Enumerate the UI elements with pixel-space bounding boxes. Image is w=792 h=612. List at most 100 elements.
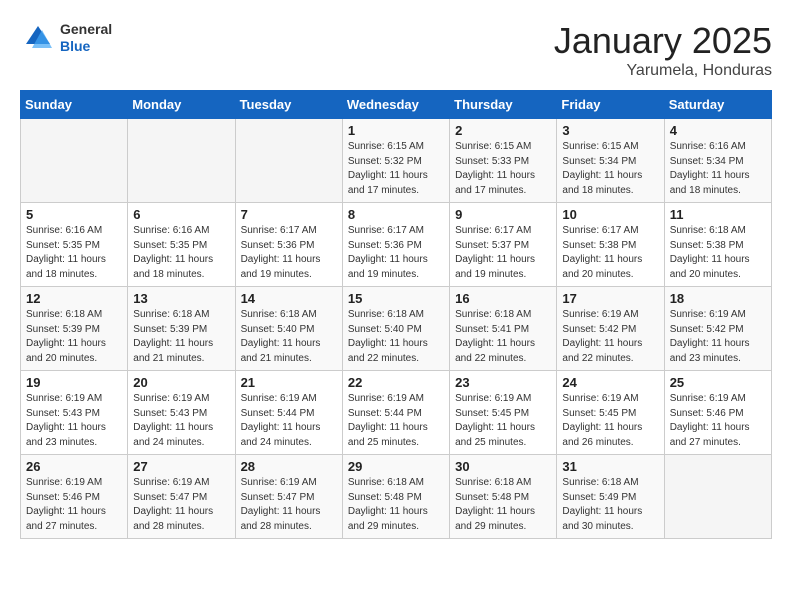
calendar-cell <box>21 119 128 203</box>
day-number: 1 <box>348 123 444 138</box>
day-number: 11 <box>670 207 766 222</box>
day-info: Sunrise: 6:17 AM Sunset: 5:36 PM Dayligh… <box>348 224 444 282</box>
calendar-cell: 13 Sunrise: 6:18 AM Sunset: 5:39 PM Dayli… <box>128 287 235 371</box>
day-number: 3 <box>562 123 658 138</box>
calendar-week-row: 12 Sunrise: 6:18 AM Sunset: 5:39 PM Dayli… <box>21 287 772 371</box>
day-number: 27 <box>133 459 229 474</box>
calendar-cell: 25Sunrise: 6:19 AM Sunset: 5:46 PM Dayli… <box>664 371 771 455</box>
day-header-wednesday: Wednesday <box>342 91 449 119</box>
day-number: 23 <box>455 375 551 390</box>
day-info: Sunrise: 6:19 AM Sunset: 5:46 PM Dayligh… <box>670 392 766 450</box>
day-header-saturday: Saturday <box>664 91 771 119</box>
calendar-cell: 4 Sunrise: 6:16 AM Sunset: 5:34 PM Daylig… <box>664 119 771 203</box>
day-number: 4 <box>670 123 766 138</box>
day-info: Sunrise: 6:19 AM Sunset: 5:42 PM Dayligh… <box>670 308 766 366</box>
page-header: General Blue January 2025 Yarumela, Hond… <box>20 20 772 80</box>
day-info: Sunrise: 6:19 AM Sunset: 5:43 PM Dayligh… <box>26 392 122 450</box>
calendar-cell: 21 Sunrise: 6:19 AM Sunset: 5:44 PM Dayli… <box>235 371 342 455</box>
day-info: Sunrise: 6:19 AM Sunset: 5:45 PM Dayligh… <box>455 392 551 450</box>
day-info: Sunrise: 6:19 AM Sunset: 5:44 PM Dayligh… <box>241 392 337 450</box>
calendar-cell: 10Sunrise: 6:17 AM Sunset: 5:38 PM Dayli… <box>557 203 664 287</box>
logo-icon <box>20 20 56 56</box>
calendar-cell: 20 Sunrise: 6:19 AM Sunset: 5:43 PM Dayli… <box>128 371 235 455</box>
calendar-cell: 15Sunrise: 6:18 AM Sunset: 5:40 PM Dayli… <box>342 287 449 371</box>
calendar-cell: 5 Sunrise: 6:16 AM Sunset: 5:35 PM Daylig… <box>21 203 128 287</box>
day-number: 16 <box>455 291 551 306</box>
logo: General Blue <box>20 20 112 56</box>
day-info: Sunrise: 6:18 AM Sunset: 5:40 PM Dayligh… <box>241 308 337 366</box>
day-number: 20 <box>133 375 229 390</box>
day-number: 24 <box>562 375 658 390</box>
calendar-cell <box>664 455 771 539</box>
day-number: 21 <box>241 375 337 390</box>
day-number: 30 <box>455 459 551 474</box>
day-number: 29 <box>348 459 444 474</box>
calendar-cell: 16 Sunrise: 6:18 AM Sunset: 5:41 PM Dayli… <box>450 287 557 371</box>
day-header-thursday: Thursday <box>450 91 557 119</box>
day-number: 26 <box>26 459 122 474</box>
calendar-cell: 17 Sunrise: 6:19 AM Sunset: 5:42 PM Dayli… <box>557 287 664 371</box>
day-number: 8 <box>348 207 444 222</box>
day-info: Sunrise: 6:19 AM Sunset: 5:46 PM Dayligh… <box>26 476 122 534</box>
day-number: 22 <box>348 375 444 390</box>
calendar-cell: 24 Sunrise: 6:19 AM Sunset: 5:45 PM Dayli… <box>557 371 664 455</box>
logo-text: General Blue <box>60 21 112 55</box>
day-number: 2 <box>455 123 551 138</box>
calendar-cell: 31Sunrise: 6:18 AM Sunset: 5:49 PM Dayli… <box>557 455 664 539</box>
day-number: 14 <box>241 291 337 306</box>
day-number: 28 <box>241 459 337 474</box>
day-info: Sunrise: 6:19 AM Sunset: 5:47 PM Dayligh… <box>241 476 337 534</box>
calendar-cell: 9Sunrise: 6:17 AM Sunset: 5:37 PM Daylig… <box>450 203 557 287</box>
calendar-week-row: 26 Sunrise: 6:19 AM Sunset: 5:46 PM Dayli… <box>21 455 772 539</box>
calendar-cell: 14 Sunrise: 6:18 AM Sunset: 5:40 PM Dayli… <box>235 287 342 371</box>
day-number: 17 <box>562 291 658 306</box>
day-info: Sunrise: 6:18 AM Sunset: 5:48 PM Dayligh… <box>348 476 444 534</box>
day-number: 13 <box>133 291 229 306</box>
logo-general: General <box>60 21 112 38</box>
day-number: 6 <box>133 207 229 222</box>
day-info: Sunrise: 6:16 AM Sunset: 5:35 PM Dayligh… <box>26 224 122 282</box>
day-info: Sunrise: 6:19 AM Sunset: 5:43 PM Dayligh… <box>133 392 229 450</box>
calendar-cell: 19 Sunrise: 6:19 AM Sunset: 5:43 PM Dayli… <box>21 371 128 455</box>
day-number: 10 <box>562 207 658 222</box>
day-number: 19 <box>26 375 122 390</box>
day-info: Sunrise: 6:18 AM Sunset: 5:48 PM Dayligh… <box>455 476 551 534</box>
day-info: Sunrise: 6:19 AM Sunset: 5:42 PM Dayligh… <box>562 308 658 366</box>
day-info: Sunrise: 6:15 AM Sunset: 5:32 PM Dayligh… <box>348 140 444 198</box>
calendar-cell: 11 Sunrise: 6:18 AM Sunset: 5:38 PM Dayli… <box>664 203 771 287</box>
title-block: January 2025 Yarumela, Honduras <box>554 20 772 80</box>
day-info: Sunrise: 6:18 AM Sunset: 5:38 PM Dayligh… <box>670 224 766 282</box>
day-number: 5 <box>26 207 122 222</box>
day-number: 7 <box>241 207 337 222</box>
day-number: 18 <box>670 291 766 306</box>
calendar-cell: 27 Sunrise: 6:19 AM Sunset: 5:47 PM Dayli… <box>128 455 235 539</box>
calendar-header-row: SundayMondayTuesdayWednesdayThursdayFrid… <box>21 91 772 119</box>
day-info: Sunrise: 6:18 AM Sunset: 5:39 PM Dayligh… <box>26 308 122 366</box>
day-info: Sunrise: 6:16 AM Sunset: 5:34 PM Dayligh… <box>670 140 766 198</box>
day-info: Sunrise: 6:15 AM Sunset: 5:33 PM Dayligh… <box>455 140 551 198</box>
calendar-cell: 29 Sunrise: 6:18 AM Sunset: 5:48 PM Dayli… <box>342 455 449 539</box>
day-info: Sunrise: 6:19 AM Sunset: 5:45 PM Dayligh… <box>562 392 658 450</box>
day-info: Sunrise: 6:18 AM Sunset: 5:49 PM Dayligh… <box>562 476 658 534</box>
calendar-cell <box>128 119 235 203</box>
calendar-week-row: 5 Sunrise: 6:16 AM Sunset: 5:35 PM Daylig… <box>21 203 772 287</box>
day-info: Sunrise: 6:18 AM Sunset: 5:41 PM Dayligh… <box>455 308 551 366</box>
calendar-cell: 3 Sunrise: 6:15 AM Sunset: 5:34 PM Daylig… <box>557 119 664 203</box>
day-info: Sunrise: 6:15 AM Sunset: 5:34 PM Dayligh… <box>562 140 658 198</box>
logo-blue: Blue <box>60 38 112 55</box>
day-header-friday: Friday <box>557 91 664 119</box>
calendar-cell: 2 Sunrise: 6:15 AM Sunset: 5:33 PM Daylig… <box>450 119 557 203</box>
day-number: 12 <box>26 291 122 306</box>
calendar-cell: 12 Sunrise: 6:18 AM Sunset: 5:39 PM Dayli… <box>21 287 128 371</box>
day-number: 9 <box>455 207 551 222</box>
day-info: Sunrise: 6:18 AM Sunset: 5:39 PM Dayligh… <box>133 308 229 366</box>
calendar-cell: 18 Sunrise: 6:19 AM Sunset: 5:42 PM Dayli… <box>664 287 771 371</box>
calendar-subtitle: Yarumela, Honduras <box>554 62 772 80</box>
calendar-table: SundayMondayTuesdayWednesdayThursdayFrid… <box>20 90 772 539</box>
day-header-tuesday: Tuesday <box>235 91 342 119</box>
calendar-week-row: 19 Sunrise: 6:19 AM Sunset: 5:43 PM Dayli… <box>21 371 772 455</box>
calendar-cell: 7 Sunrise: 6:17 AM Sunset: 5:36 PM Daylig… <box>235 203 342 287</box>
calendar-title: January 2025 <box>554 20 772 62</box>
day-info: Sunrise: 6:19 AM Sunset: 5:47 PM Dayligh… <box>133 476 229 534</box>
day-info: Sunrise: 6:17 AM Sunset: 5:36 PM Dayligh… <box>241 224 337 282</box>
